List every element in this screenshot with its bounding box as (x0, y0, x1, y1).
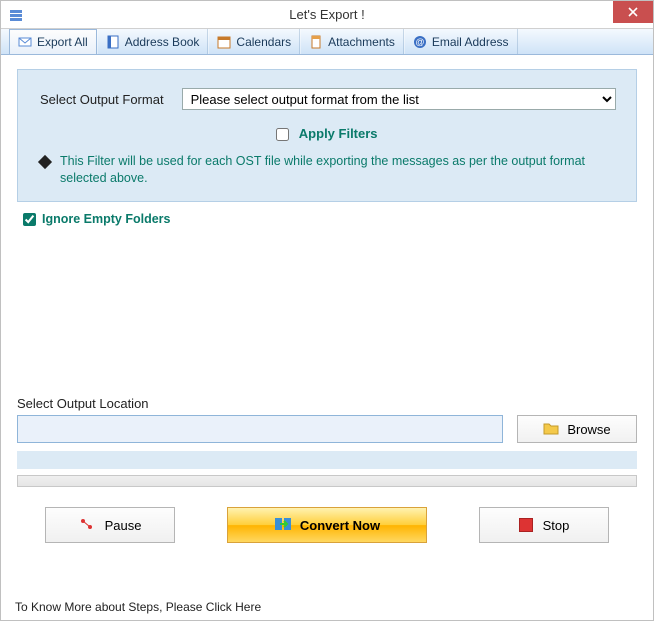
stop-label: Stop (543, 518, 570, 533)
filter-note: This Filter will be used for each OST fi… (60, 153, 618, 187)
tab-email-address[interactable]: @ Email Address (404, 29, 518, 54)
tab-label: Email Address (432, 35, 509, 49)
format-panel: Select Output Format Please select outpu… (17, 69, 637, 202)
tab-label: Calendars (236, 35, 291, 49)
envelope-icon (18, 35, 32, 49)
tab-address-book[interactable]: Address Book (97, 29, 209, 54)
folder-icon (543, 421, 559, 438)
book-icon (106, 35, 120, 49)
tab-attachments[interactable]: Attachments (300, 29, 404, 54)
ignore-empty-checkbox[interactable] (23, 213, 36, 226)
footer-link[interactable]: To Know More about Steps, Please Click H… (15, 600, 261, 614)
progress-bar (17, 475, 637, 487)
format-select[interactable]: Please select output format from the lis… (182, 88, 616, 110)
stop-button[interactable]: Stop (479, 507, 609, 543)
titlebar: Let's Export ! (1, 1, 653, 29)
svg-text:@: @ (415, 37, 424, 47)
tab-label: Attachments (328, 35, 395, 49)
status-bar (17, 451, 637, 469)
pause-label: Pause (105, 518, 142, 533)
tab-export-all[interactable]: Export All (9, 29, 97, 54)
window-title: Let's Export ! (289, 7, 364, 22)
output-location-input[interactable] (17, 415, 503, 443)
close-button[interactable] (613, 1, 653, 23)
output-location-label: Select Output Location (17, 396, 637, 411)
tab-label: Address Book (125, 35, 200, 49)
stop-icon (519, 518, 533, 532)
convert-icon (274, 515, 292, 536)
at-icon: @ (413, 35, 427, 49)
browse-label: Browse (567, 422, 610, 437)
convert-label: Convert Now (300, 518, 380, 533)
tabbar: Export All Address Book Calendars Attach… (1, 29, 653, 55)
pause-icon (79, 516, 95, 535)
pause-button[interactable]: Pause (45, 507, 175, 543)
clip-icon (309, 35, 323, 49)
browse-button[interactable]: Browse (517, 415, 637, 443)
tab-label: Export All (37, 35, 88, 49)
ignore-empty-label[interactable]: Ignore Empty Folders (42, 212, 171, 226)
diamond-icon (38, 155, 52, 169)
tab-calendars[interactable]: Calendars (208, 29, 300, 54)
apply-filters-checkbox[interactable] (276, 128, 289, 141)
convert-button[interactable]: Convert Now (227, 507, 427, 543)
format-label: Select Output Format (40, 92, 164, 107)
apply-filters-label[interactable]: Apply Filters (299, 126, 378, 141)
app-icon (7, 6, 25, 24)
calendar-icon (217, 35, 231, 49)
